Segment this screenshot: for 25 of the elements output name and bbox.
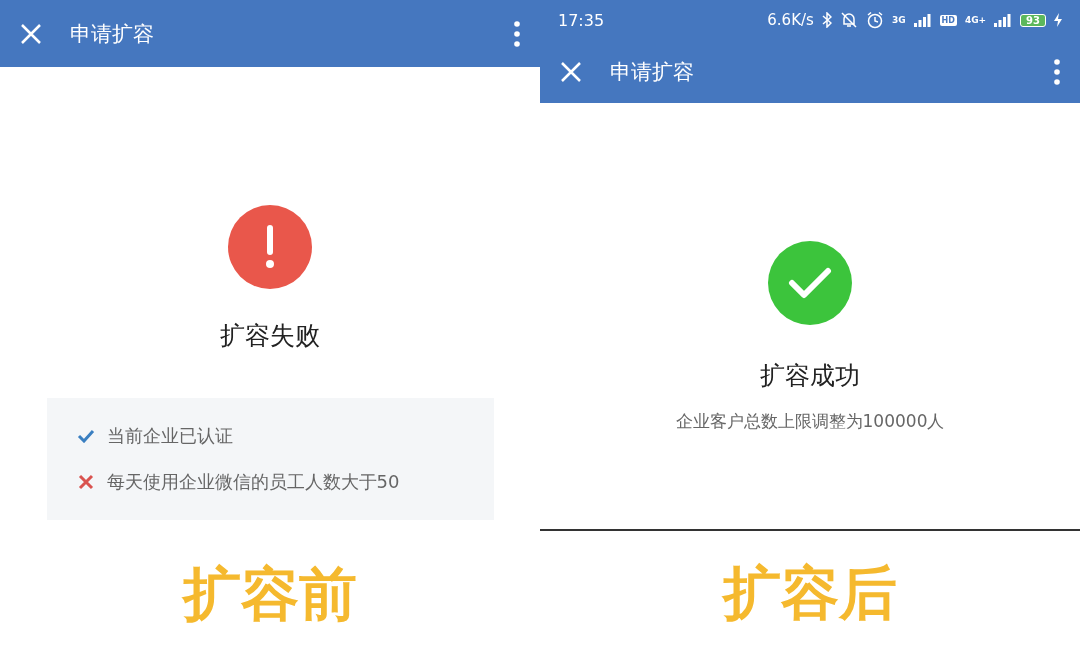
close-icon[interactable] xyxy=(560,60,582,83)
bluetooth-icon xyxy=(821,12,832,28)
network-type: 4G+ xyxy=(964,15,987,25)
caption: 扩容前 xyxy=(183,559,357,630)
signal-icon xyxy=(994,13,1013,27)
network-speed: 6.6K/s xyxy=(767,11,814,29)
close-icon[interactable] xyxy=(20,22,42,45)
caption: 扩容后 xyxy=(723,558,897,629)
charging-icon xyxy=(1054,13,1062,27)
battery-level: 93 xyxy=(1020,13,1046,27)
result-message: 企业客户总数上限调整为100000人 xyxy=(675,410,945,433)
alarm-clock-icon xyxy=(865,11,884,29)
result-title: 扩容失败 xyxy=(220,320,320,352)
network-type: 3G xyxy=(891,15,906,25)
hd-badge: HD xyxy=(939,14,957,26)
status-time: 17:35 xyxy=(558,10,606,30)
requirement-text: 当前企业已认证 xyxy=(106,424,233,448)
more-options-icon[interactable] xyxy=(1054,58,1060,85)
result-title: 扩容成功 xyxy=(760,360,860,392)
page-title: 申请扩容 xyxy=(70,20,155,48)
page-title: 申请扩容 xyxy=(610,58,695,86)
signal-icon xyxy=(913,13,932,27)
requirement-text: 每天使用企业微信的员工人数大于50 xyxy=(106,470,400,494)
muted-bell-icon xyxy=(839,11,858,29)
more-options-icon[interactable] xyxy=(514,20,520,47)
